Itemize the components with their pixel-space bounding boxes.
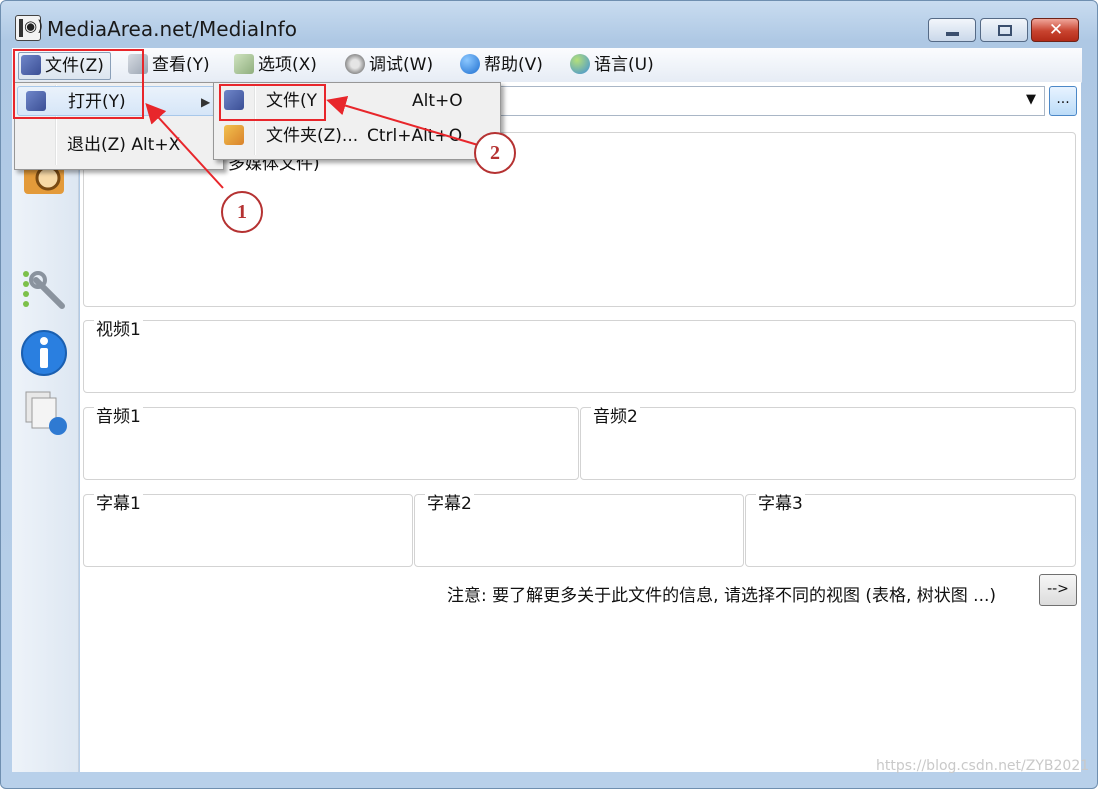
annotation-arrows — [145, 95, 479, 189]
arrow-callout1 — [145, 103, 224, 189]
watermark: https://blog.csdn.net/ZYB2021 — [876, 758, 1090, 774]
arrow-callout2 — [326, 95, 479, 146]
callout-2: 2 — [474, 132, 516, 174]
callout-1: 1 — [221, 191, 263, 233]
